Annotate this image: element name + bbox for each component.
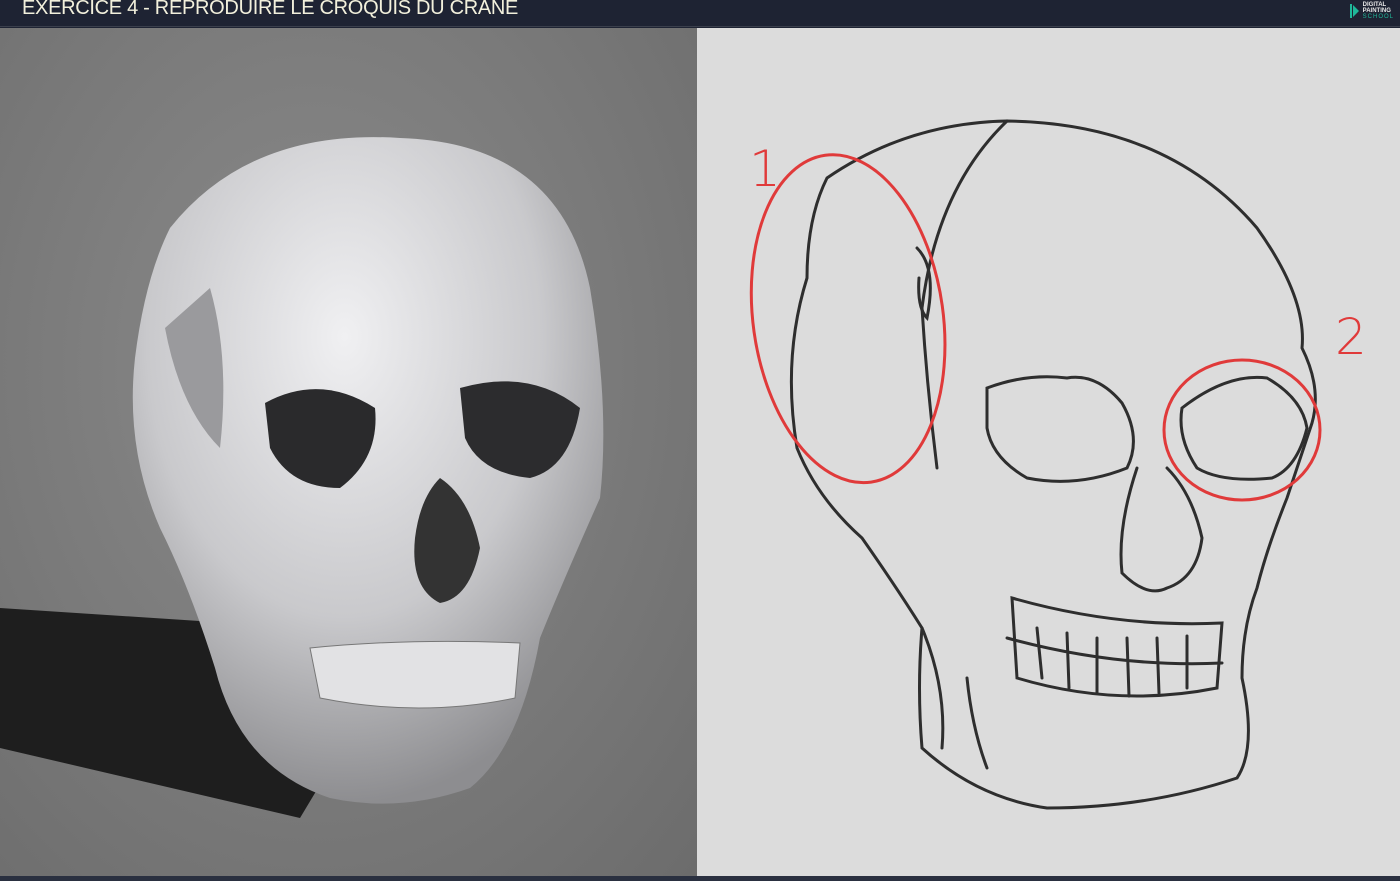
- reference-skull-render: [0, 137, 604, 818]
- sketch-panel: 1 2: [697, 28, 1400, 876]
- logo-icon: [1349, 2, 1360, 20]
- bottom-bar: [0, 876, 1400, 881]
- sketch-left-orbit: [985, 375, 1135, 483]
- annotation-label-1: 1: [749, 140, 781, 198]
- page-title: EXERCICE 4 - REPRODUIRE LE CROQUIS DU CR…: [22, 0, 519, 19]
- sketch-nose: [1119, 466, 1204, 593]
- skull-line-sketch: [749, 119, 1322, 810]
- teeth: [309, 640, 521, 709]
- header-bar: EXERCICE 4 - REPRODUIRE LE CROQUIS DU CR…: [0, 0, 1400, 27]
- sketch-teeth-lines: [1005, 626, 1224, 698]
- logo: DIGITAL PAINTING SCHOOL: [1349, 0, 1394, 22]
- skull-outline: [789, 119, 1317, 810]
- sketch-right-orbit: [1179, 375, 1309, 481]
- reference-skull-panel: [0, 28, 697, 876]
- sketch-jaw-lines: [920, 626, 989, 770]
- logo-line3: SCHOOL: [1362, 14, 1394, 20]
- sketch-temple-detail: [915, 246, 932, 322]
- annotation-label-2: 2: [1335, 308, 1367, 366]
